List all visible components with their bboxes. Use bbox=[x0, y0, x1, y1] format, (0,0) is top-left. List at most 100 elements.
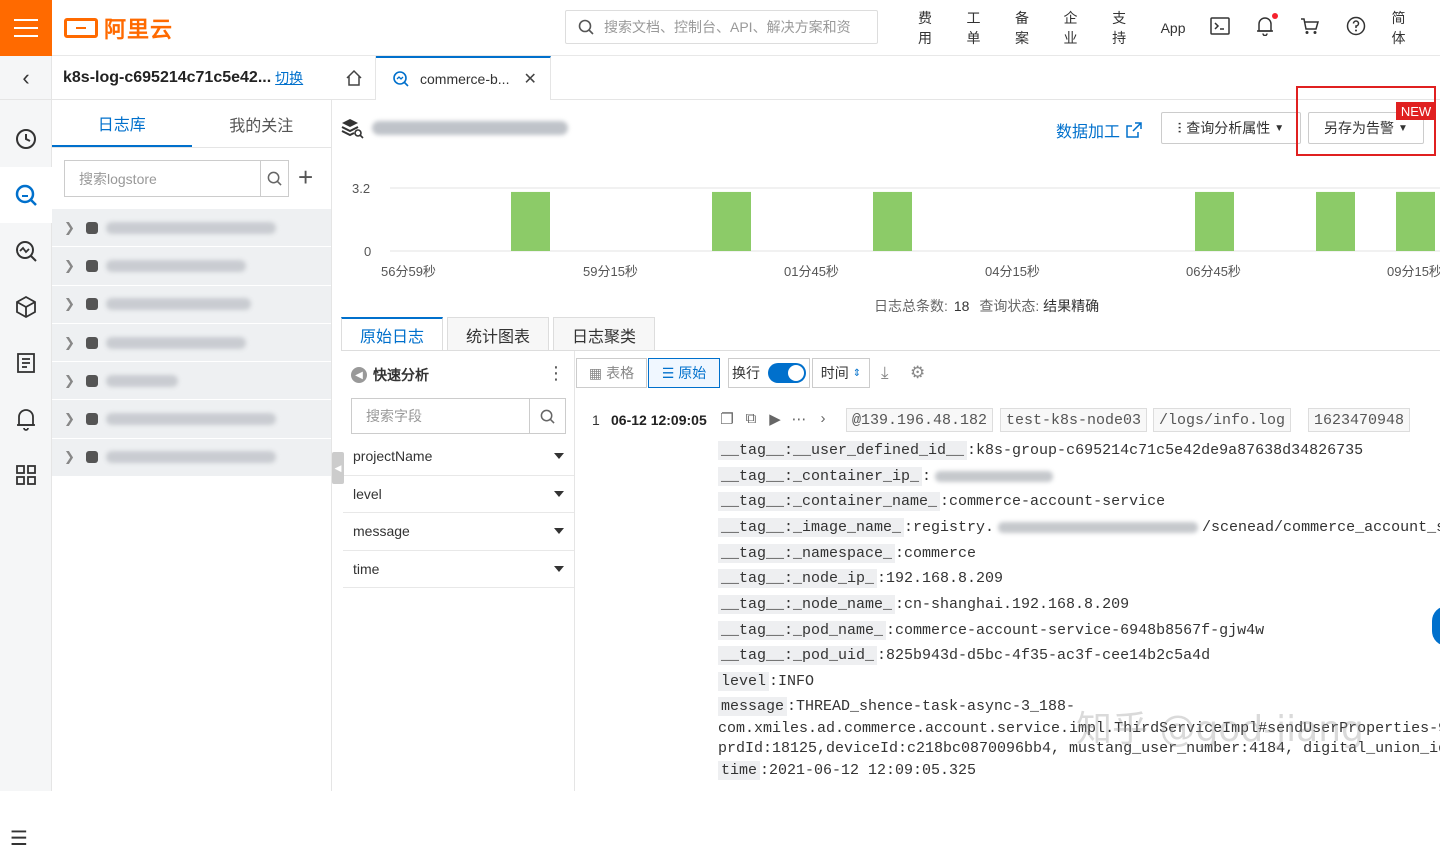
dashboard-search-icon[interactable] bbox=[0, 223, 52, 279]
clock-icon[interactable] bbox=[0, 111, 52, 167]
log-field-key[interactable]: __tag__:_container_ip_ bbox=[718, 467, 923, 486]
more-vertical-icon[interactable]: ⋮ bbox=[547, 363, 565, 384]
log-field[interactable]: __tag__:_container_ip_: bbox=[718, 467, 1054, 487]
apps-grid-icon[interactable] bbox=[0, 447, 52, 503]
raw-view-button[interactable]: ☰ 原始 bbox=[648, 358, 720, 388]
log-field-key[interactable]: __tag__:_container_name_ bbox=[718, 492, 941, 511]
expand-menu-icon[interactable]: ☰ bbox=[10, 826, 28, 851]
nav-enterprise[interactable]: 企业 bbox=[1064, 8, 1089, 48]
add-logstore-icon[interactable]: + bbox=[298, 164, 313, 190]
table-view-button[interactable]: ▦ 表格 bbox=[576, 358, 647, 388]
log-field-key[interactable]: __tag__:_pod_uid_ bbox=[718, 646, 878, 665]
histogram-bar[interactable] bbox=[1396, 191, 1435, 251]
nav-fees[interactable]: 费用 bbox=[918, 8, 943, 48]
log-field[interactable]: __tag__:_node_name_:cn-shanghai.192.168.… bbox=[718, 595, 1129, 615]
log-search-icon[interactable] bbox=[0, 167, 52, 223]
bell-icon[interactable] bbox=[1256, 12, 1278, 41]
caret-down-icon[interactable] bbox=[554, 528, 564, 535]
log-field[interactable]: __tag__:__user_defined_id__:k8s-group-c6… bbox=[718, 441, 1363, 461]
log-field[interactable]: __tag__:_image_name_:registry. /scenead/c… bbox=[718, 518, 1440, 538]
chevron-right-icon[interactable]: ❯ bbox=[64, 373, 86, 389]
log-field-key[interactable]: message bbox=[718, 697, 788, 716]
cube-icon[interactable] bbox=[0, 279, 52, 335]
data-processing-link[interactable]: 数据加工 bbox=[1056, 118, 1142, 142]
field-item[interactable]: level bbox=[343, 476, 574, 513]
tab-charts[interactable]: 统计图表 bbox=[447, 317, 550, 351]
chevron-right-icon[interactable]: › bbox=[814, 410, 832, 428]
logstore-item[interactable]: ❯ bbox=[52, 362, 331, 401]
histogram-bar[interactable] bbox=[873, 191, 912, 251]
chevron-right-icon[interactable]: ❯ bbox=[64, 449, 86, 465]
log-field[interactable]: time:2021-06-12 12:09:05.325 bbox=[718, 761, 976, 781]
hostname-chip[interactable]: test-k8s-node03 bbox=[1000, 408, 1148, 432]
log-field[interactable]: __tag__:_node_ip_:192.168.8.209 bbox=[718, 569, 1003, 589]
log-field[interactable]: __tag__:_pod_uid_:825b943d-d5bc-4f35-ac3… bbox=[718, 646, 1210, 666]
help-icon[interactable] bbox=[1346, 16, 1366, 41]
copy-icon[interactable]: ❐ bbox=[718, 410, 736, 428]
log-field[interactable]: __tag__:_pod_name_:commerce-account-serv… bbox=[718, 621, 1264, 641]
histogram-bar[interactable] bbox=[1195, 191, 1234, 251]
download-icon[interactable]: ⤓ bbox=[881, 363, 889, 383]
timestamp-chip[interactable]: 1623470948 bbox=[1308, 408, 1411, 432]
settings-gear-icon[interactable]: ⚙ bbox=[910, 363, 925, 383]
logstore-item[interactable]: ❯ bbox=[52, 209, 331, 248]
logstore-search[interactable] bbox=[64, 160, 289, 197]
caret-down-icon[interactable] bbox=[554, 453, 564, 460]
source-ip-chip[interactable]: @139.196.48.182 bbox=[846, 408, 994, 432]
logstore-item[interactable]: ❯ bbox=[52, 323, 331, 363]
tab-log-clustering[interactable]: 日志聚类 bbox=[553, 317, 656, 351]
nav-support[interactable]: 支持 bbox=[1112, 8, 1137, 48]
histogram-svg[interactable] bbox=[340, 166, 1440, 284]
nav-tickets[interactable]: 工单 bbox=[967, 8, 992, 48]
caret-down-icon[interactable] bbox=[554, 490, 564, 497]
home-icon[interactable] bbox=[332, 56, 376, 100]
log-field-key[interactable]: __tag__:__user_defined_id__ bbox=[718, 441, 968, 460]
log-field[interactable]: __tag__:_namespace_:commerce bbox=[718, 544, 976, 564]
livetail-icon[interactable]: ▶ bbox=[766, 410, 784, 428]
caret-down-icon[interactable] bbox=[554, 565, 564, 572]
log-field-key[interactable]: __tag__:_node_name_ bbox=[718, 595, 896, 614]
wrap-toggle[interactable]: 换行 bbox=[728, 358, 810, 388]
back-arrow-icon[interactable]: ‹ bbox=[0, 56, 52, 100]
histogram-bar[interactable] bbox=[511, 191, 550, 251]
search-icon[interactable] bbox=[529, 399, 565, 433]
chevron-right-icon[interactable]: ❯ bbox=[64, 335, 86, 351]
logstore-item[interactable]: ❯ bbox=[52, 285, 331, 324]
language-switch[interactable]: 简体 bbox=[1392, 8, 1417, 48]
histogram-bar[interactable] bbox=[712, 191, 751, 251]
more-icon[interactable]: ⋯ bbox=[790, 410, 808, 428]
chevron-right-icon[interactable]: ❯ bbox=[64, 258, 86, 274]
report-icon[interactable] bbox=[0, 335, 52, 391]
alert-bell-icon[interactable] bbox=[0, 391, 52, 447]
field-item[interactable]: projectName bbox=[343, 438, 574, 476]
field-item[interactable]: message bbox=[343, 513, 574, 551]
logo[interactable]: 阿里云 bbox=[64, 13, 173, 43]
chevron-right-icon[interactable]: ❯ bbox=[64, 411, 86, 427]
chevron-right-icon[interactable]: ❯ bbox=[64, 296, 86, 312]
panel-collapse-handle[interactable]: ◀ bbox=[332, 452, 344, 484]
logstore-item[interactable]: ❯ bbox=[52, 438, 331, 478]
logstore-search-input[interactable] bbox=[65, 161, 260, 196]
chevron-right-icon[interactable]: ❯ bbox=[64, 220, 86, 236]
logstore-item[interactable]: ❯ bbox=[52, 400, 331, 439]
log-field-key[interactable]: __tag__:_namespace_ bbox=[718, 544, 896, 563]
field-search-input[interactable] bbox=[352, 399, 529, 433]
tab-logstores[interactable]: 日志库 bbox=[52, 100, 192, 147]
log-field[interactable]: __tag__:_container_name_:commerce-accoun… bbox=[718, 492, 1165, 512]
wrap-switch[interactable] bbox=[768, 363, 806, 383]
global-search-input[interactable] bbox=[604, 19, 864, 35]
histogram-bar[interactable] bbox=[1316, 191, 1355, 251]
switch-project-link[interactable]: 切换 bbox=[275, 68, 303, 88]
log-path-chip[interactable]: /logs/info.log bbox=[1153, 408, 1292, 432]
tab-commerce[interactable]: commerce-b... ✕ bbox=[376, 56, 551, 100]
time-sort-button[interactable]: 时间 ⇕ bbox=[812, 358, 870, 388]
field-item[interactable]: time bbox=[343, 551, 574, 588]
cart-icon[interactable] bbox=[1300, 17, 1320, 40]
context-icon[interactable]: ⧉ bbox=[742, 410, 760, 428]
log-field-key[interactable]: __tag__:_node_ip_ bbox=[718, 569, 878, 588]
search-icon[interactable] bbox=[260, 161, 288, 196]
nav-app[interactable]: App bbox=[1161, 20, 1186, 36]
log-field[interactable]: level:INFO bbox=[718, 672, 814, 692]
field-search[interactable] bbox=[351, 398, 566, 434]
logstore-item[interactable]: ❯ bbox=[52, 247, 331, 286]
